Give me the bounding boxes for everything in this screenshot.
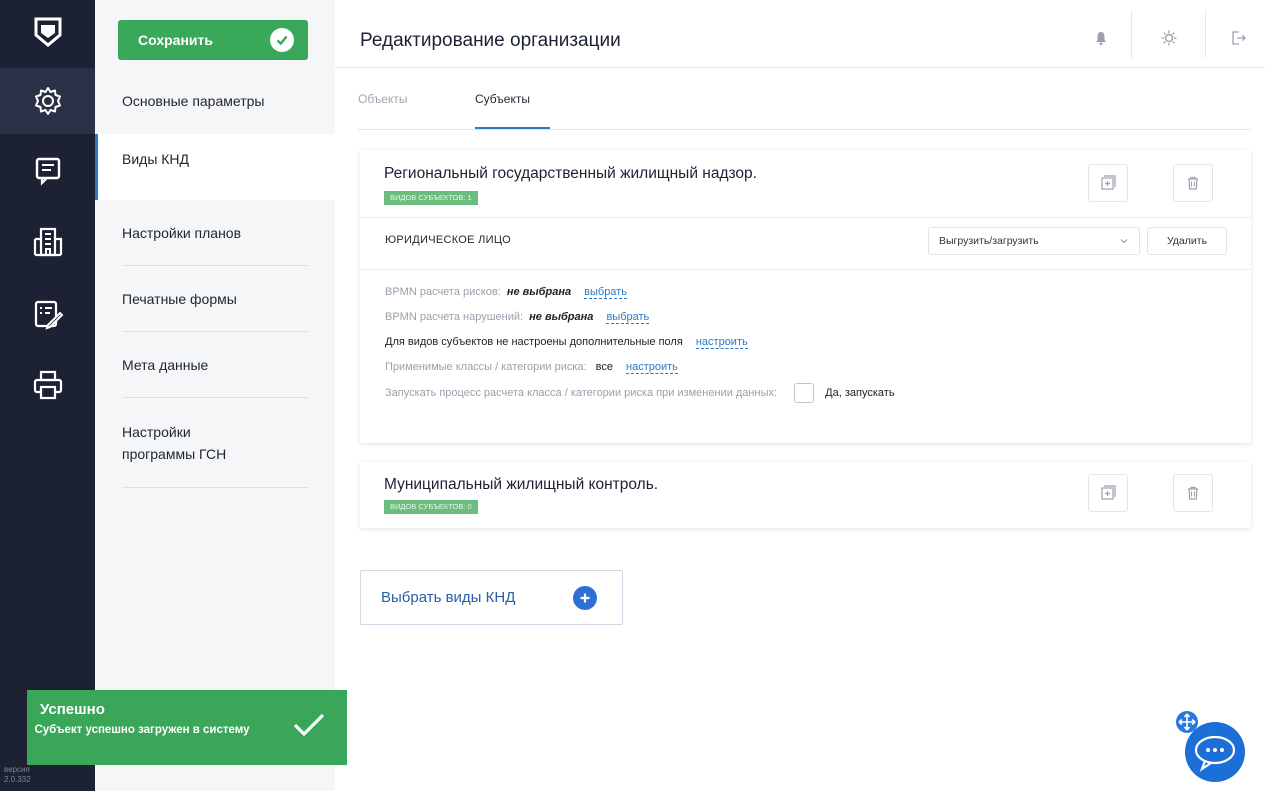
- knd-card: Муниципальный жилищный контроль. ВИДОВ С…: [360, 462, 1251, 528]
- trash-icon: [1188, 176, 1198, 190]
- configure-classes-link[interactable]: настроить: [626, 361, 678, 374]
- check-circle-icon: [270, 28, 294, 52]
- sidebar-item-print-forms[interactable]: Печатные формы: [95, 266, 335, 332]
- knd-card-title: Муниципальный жилищный контроль.: [384, 476, 659, 493]
- toast-title: Успешно: [40, 701, 105, 718]
- sidebar-item-label: Настройки программы ГСН: [122, 424, 227, 462]
- subject-type-label: ЮРИДИЧЕСКОЕ ЛИЦО: [385, 234, 511, 246]
- page-title: Редактирование организации: [360, 30, 621, 51]
- bpmn-risk-value: не выбрана: [506, 286, 572, 298]
- bpmn-risk-label: BPMN расчета рисков:: [385, 286, 501, 298]
- tab-objects[interactable]: Объекты: [358, 92, 408, 106]
- sidebar-item-plan-settings[interactable]: Настройки планов: [95, 200, 335, 266]
- top-bar: Редактирование организации: [335, 0, 1265, 68]
- add-subject-button[interactable]: [1088, 164, 1128, 202]
- dropdown-value: Выгрузить/загрузить: [939, 235, 1039, 247]
- extra-fields-line: Для видов субъектов не настроены дополни…: [385, 336, 748, 349]
- icon-rail: версия 2.0.332: [0, 0, 95, 791]
- sidebar-item-label: Виды КНД: [122, 151, 190, 167]
- bell-icon[interactable]: [1083, 20, 1119, 56]
- bpmn-risk-line: BPMN расчета рисков: не выбрана выбрать: [385, 286, 627, 299]
- printer-icon[interactable]: [0, 355, 95, 415]
- settings-sidebar: Сохранить Основные параметры Виды КНД На…: [95, 0, 335, 791]
- bpmn-violation-value: не выбрана: [529, 311, 594, 323]
- sidebar-item-label: Настройки планов: [122, 225, 242, 241]
- add-box-icon: [1101, 485, 1116, 500]
- plus-circle-icon: [573, 586, 597, 610]
- document-icon[interactable]: [0, 140, 95, 200]
- bpmn-violation-line: BPMN расчета нарушений: не выбрана выбра…: [385, 311, 650, 324]
- settings-icon[interactable]: [0, 68, 95, 134]
- divider: [122, 487, 308, 488]
- run-process-checkbox[interactable]: [794, 383, 815, 404]
- active-tab-indicator: [475, 127, 550, 129]
- sidebar-item-metadata[interactable]: Мета данные: [95, 332, 335, 398]
- configure-fields-link[interactable]: настроить: [695, 336, 748, 349]
- risk-classes-value: все: [595, 361, 613, 373]
- extra-fields-text: Для видов субъектов не настроены дополни…: [385, 336, 683, 348]
- sidebar-item-label: Основные параметры: [122, 93, 265, 109]
- delete-knd-button[interactable]: [1173, 474, 1213, 512]
- sidebar-item-label: Мета данные: [122, 357, 209, 373]
- version-label: версия 2.0.332: [4, 765, 31, 784]
- checkmark-icon: [293, 713, 325, 737]
- chat-bubble-icon: [1176, 711, 1245, 782]
- delete-subject-button[interactable]: Удалить: [1147, 227, 1227, 255]
- run-process-option: Да, запускать: [825, 387, 895, 399]
- export-import-dropdown[interactable]: Выгрузить/загрузить: [928, 227, 1140, 255]
- delete-knd-button[interactable]: [1173, 164, 1213, 202]
- sidebar-item-knd-types[interactable]: Виды КНД: [95, 134, 335, 200]
- tab-subjects[interactable]: Субъекты: [475, 92, 530, 106]
- subject-type-row: ЮРИДИЧЕСКОЕ ЛИЦО Выгрузить/загрузить Уда…: [360, 217, 1251, 269]
- save-button[interactable]: Сохранить: [118, 20, 308, 60]
- logout-icon[interactable]: [1220, 20, 1256, 56]
- select-knd-button[interactable]: Выбрать виды КНД: [360, 570, 623, 625]
- sidebar-item-label: Печатные формы: [122, 291, 237, 307]
- add-box-icon: [1101, 175, 1116, 190]
- chat-widget[interactable]: [1165, 705, 1260, 785]
- sidebar-item-gsn-program[interactable]: Настройки программы ГСН: [95, 398, 335, 488]
- building-icon[interactable]: [0, 212, 95, 272]
- subjects-count-badge: ВИДОВ СУБЪЕКТОВ: 0: [384, 500, 478, 514]
- divider: [1131, 10, 1132, 58]
- knd-card-title: Региональный государственный жилищный на…: [384, 165, 757, 182]
- bpmn-violation-label: BPMN расчета нарушений:: [385, 311, 524, 323]
- edit-list-icon[interactable]: [0, 284, 95, 344]
- success-toast[interactable]: Успешно Субъект успешно загружен в систе…: [27, 690, 347, 765]
- add-subject-button[interactable]: [1088, 474, 1128, 512]
- save-button-label: Сохранить: [138, 32, 213, 48]
- chevron-down-icon: [1120, 239, 1128, 244]
- risk-classes-line: Применимые классы / категории риска: все…: [385, 361, 678, 374]
- sun-icon[interactable]: [1151, 20, 1187, 56]
- risk-classes-label: Применимые классы / категории риска:: [385, 361, 587, 373]
- divider: [1205, 10, 1206, 58]
- select-bpmn-risk-link[interactable]: выбрать: [584, 286, 627, 299]
- logo-icon[interactable]: [0, 8, 95, 56]
- subject-settings: BPMN расчета рисков: не выбрана выбрать …: [360, 269, 1251, 443]
- trash-icon: [1188, 486, 1198, 500]
- select-knd-label: Выбрать виды КНД: [381, 589, 516, 606]
- knd-card: Региональный государственный жилищный на…: [360, 150, 1251, 443]
- tabs-divider: [358, 129, 1251, 130]
- run-process-line: Запускать процесс расчета класса / катег…: [385, 382, 895, 404]
- select-bpmn-violation-link[interactable]: выбрать: [606, 311, 650, 324]
- subjects-count-badge: ВИДОВ СУБЪЕКТОВ: 1: [384, 191, 478, 205]
- run-process-label: Запускать процесс расчета класса / катег…: [385, 387, 778, 399]
- sidebar-item-main-params[interactable]: Основные параметры: [95, 68, 335, 134]
- toast-message: Субъект успешно загружен в систему: [34, 724, 250, 736]
